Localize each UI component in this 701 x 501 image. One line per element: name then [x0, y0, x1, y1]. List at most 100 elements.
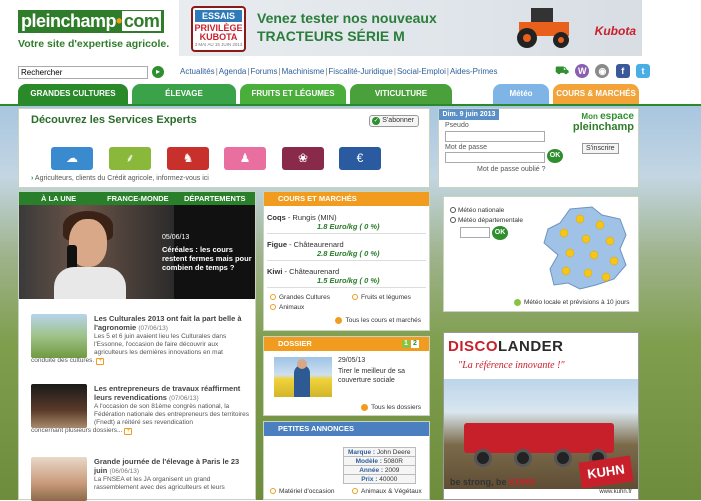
more-icon[interactable]: +	[96, 358, 105, 365]
toplink-fiscalite[interactable]: Fiscalité-Juridique	[328, 67, 392, 76]
pseudo-label: Pseudo	[445, 122, 469, 129]
radio-icon	[352, 294, 358, 301]
widget-icon[interactable]: W	[575, 64, 590, 78]
news-title[interactable]: Grande journée de l'élevage à Paris le 2…	[94, 457, 249, 476]
tab-departements[interactable]: DÉPARTEMENTS	[184, 194, 246, 203]
meteo-dept-input[interactable]	[460, 227, 490, 238]
news-text: Les 5 et 6 juin avaient lieu les Cultura…	[94, 333, 227, 356]
weather-icon[interactable]: ☁	[51, 147, 93, 170]
cat-animaux-vegetaux[interactable]: Animaux & Végétaux	[352, 488, 422, 495]
toplink-social[interactable]: Social-Emploi	[397, 67, 446, 76]
tab-a-la-une[interactable]: À LA UNE	[41, 194, 76, 203]
twitter-icon[interactable]: t	[635, 64, 650, 78]
wheat-icon[interactable]: ⸙	[109, 147, 151, 170]
meteo-panel: Météo nationale Météo départementale OK …	[443, 196, 639, 312]
page-2[interactable]: 2	[411, 340, 419, 348]
news-thumb	[31, 384, 87, 428]
news-title[interactable]: Les entrepreneurs de travaux réaffirment…	[94, 384, 249, 403]
essais-badge: ESSAIS PRIVILÈGE KUBOTA 3 MAI AU 15 JUIN…	[191, 6, 246, 52]
mon-label: Mon	[581, 112, 598, 121]
annonces-header[interactable]: PETITES ANNONCES	[264, 422, 429, 436]
social-links: ⛟ W ◉ f t	[555, 64, 654, 80]
cat-animaux[interactable]: Animaux	[270, 304, 304, 311]
quote-value: 1.8 Euro/kg ( 0 %)	[317, 222, 380, 231]
cow-icon[interactable]: ♞	[167, 147, 209, 170]
login-ok-button[interactable]: OK	[547, 149, 563, 163]
tab-elevage[interactable]: ÉLEVAGE	[132, 84, 236, 104]
check-icon: ✓	[372, 117, 381, 125]
news-text: La FNSEA et les JA organisent un grand r…	[94, 476, 225, 491]
tab-viticulture[interactable]: VITICULTURE	[350, 84, 452, 104]
france-weather-map[interactable]	[540, 205, 632, 291]
meteo-nationale-option[interactable]: Météo nationale	[450, 207, 504, 214]
tractor-icon[interactable]: ⛟	[555, 64, 569, 78]
dossier-pager: 12	[401, 340, 419, 348]
page-1[interactable]: 1	[402, 340, 410, 348]
search-input[interactable]	[18, 66, 148, 79]
quote-value: 2.8 Euro/kg ( 0 %)	[317, 249, 380, 258]
cours-header[interactable]: COURS ET MARCHÉS	[264, 192, 429, 206]
news-date: (07/06/13)	[169, 395, 199, 402]
dossier-thumb[interactable]	[274, 357, 332, 397]
subscribe-button[interactable]: ✓ S'abonner	[369, 115, 419, 127]
meteo-departementale-option[interactable]: Météo départementale	[450, 217, 523, 224]
cat-fruits-legumes[interactable]: Fruits et légumes	[352, 294, 411, 301]
cat-grandes-cultures[interactable]: Grandes Cultures	[270, 294, 330, 301]
logo-dot: •	[116, 11, 122, 31]
pseudo-input[interactable]	[445, 131, 545, 142]
tab-meteo[interactable]: Météo	[493, 84, 549, 104]
quote-row[interactable]: Coqs - Rungis (MIN) 1.8 Euro/kg ( 0 %)	[267, 213, 426, 234]
tab-fruits-legumes[interactable]: FRUITS ET LÉGUMES	[240, 84, 346, 104]
account-brand: pleinchamp	[572, 121, 634, 133]
ad-strong-text: be strong, be KUHN	[450, 477, 536, 487]
cat-materiel[interactable]: Matériel d'occasion	[270, 488, 334, 495]
kubota-ad-banner[interactable]: ESSAIS PRIVILÈGE KUBOTA 3 MAI AU 15 JUIN…	[179, 0, 642, 56]
quote-row[interactable]: Figue - Châteaurenard 2.8 Euro/kg ( 0 %)	[267, 240, 426, 261]
tab-cours-marches[interactable]: COURS & MARCHÉS	[553, 84, 639, 104]
toplink-machinisme[interactable]: Machinisme	[282, 67, 325, 76]
quote-name: Figue	[267, 240, 287, 249]
register-button[interactable]: S'inscrire	[582, 143, 619, 154]
dossier-text[interactable]: Tirer le meilleur de sa couverture socia…	[338, 367, 426, 385]
news-thumb	[31, 314, 87, 358]
badge-top: ESSAIS	[195, 10, 242, 22]
banner-line2: TRACTEURS SÉRIE M	[257, 28, 405, 44]
more-icon[interactable]: +	[124, 428, 133, 435]
all-dossiers-link[interactable]: Tous les dossiers	[361, 404, 421, 411]
rss-icon[interactable]: ◉	[595, 64, 610, 78]
radio-icon	[450, 207, 456, 214]
toplink-actualites[interactable]: Actualités	[180, 67, 215, 76]
dossier-date: 29/05/13	[338, 357, 366, 364]
quote-row[interactable]: Kiwi - Châteaurenard 1.5 Euro/kg ( 0 %)	[267, 267, 426, 288]
radio-icon	[270, 294, 276, 301]
password-label: Mot de passe	[445, 144, 488, 151]
meteo-local-link[interactable]: Météo locale et prévisions à 10 jours	[514, 299, 630, 306]
quote-name: Kiwi	[267, 267, 283, 276]
badge-dates: 3 MAI AU 15 JUIN 2013	[194, 42, 243, 47]
password-input[interactable]	[445, 152, 545, 163]
experts-note[interactable]: › Agriculteurs, clients du Crédit agrico…	[31, 175, 209, 182]
tab-france-monde[interactable]: FRANCE-MONDE	[107, 194, 169, 203]
news-hero[interactable]: 05/06/13 Céréales : les cours restent fe…	[19, 205, 255, 299]
hero-headline[interactable]: Céréales : les cours restent fermes mais…	[162, 245, 252, 272]
annonce-table[interactable]: Marque : John Deere Modèle : 5080R Année…	[343, 447, 416, 484]
tab-grandes-cultures[interactable]: GRANDES CULTURES	[18, 84, 128, 104]
pig-icon[interactable]: ♟	[224, 147, 266, 170]
toplink-aides[interactable]: Aides-Primes	[450, 67, 498, 76]
euro-icon[interactable]: €	[339, 147, 381, 170]
meteo-ok-button[interactable]: OK	[492, 226, 508, 240]
search-go-button[interactable]: ▸	[152, 66, 164, 78]
radio-icon	[450, 217, 456, 224]
facebook-icon[interactable]: f	[615, 64, 630, 78]
toplink-forums[interactable]: Forums	[250, 67, 277, 76]
logo-wordmark: pleinchamp• com	[18, 10, 165, 33]
forgot-password-link[interactable]: Mot de passe oublié ?	[477, 166, 546, 173]
all-cours-link[interactable]: Tous les cours et marchés	[335, 317, 421, 324]
kuhn-ad[interactable]: DISCOLANDER "La référence innovante !" b…	[443, 332, 639, 500]
site-header: pleinchamp• com Votre site d'expertise ag…	[0, 0, 701, 62]
toplink-agenda[interactable]: Agenda	[219, 67, 247, 76]
news-title[interactable]: Les Culturales 2013 ont fait la part bel…	[94, 314, 249, 333]
kubota-logo: Kubota	[594, 24, 636, 38]
grape-icon[interactable]: ❀	[282, 147, 324, 170]
site-logo[interactable]: pleinchamp• com Votre site d'expertise ag…	[18, 10, 178, 52]
